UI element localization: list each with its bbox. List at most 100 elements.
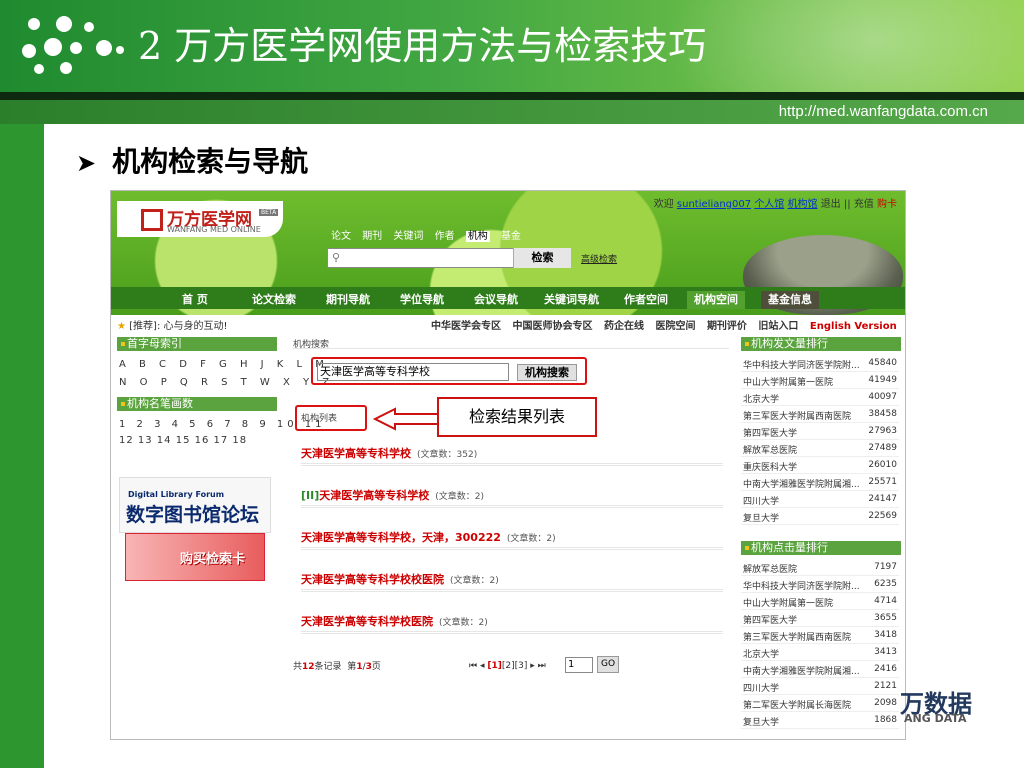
nav-journal[interactable]: 期刊导航 [319, 291, 377, 309]
rank-row[interactable]: 第二军医大学附属长海医院 2098 [741, 695, 899, 712]
next-last-icon[interactable]: ▸ ⏭ [530, 661, 545, 671]
page-3-link[interactable]: [3] [515, 661, 528, 671]
tab-fund[interactable]: 基金 [501, 231, 521, 242]
rank-row[interactable]: 中山大学附属第一医院 41949 [741, 372, 899, 389]
rank-name[interactable]: 复旦大学 [743, 715, 779, 728]
rank-name[interactable]: 第四军医大学 [743, 426, 797, 439]
link-cmda[interactable]: 中国医师协会专区 [512, 321, 592, 332]
rank-row[interactable]: 华中科技大学同济医学院附... 6235 [741, 576, 899, 593]
link-pharma[interactable]: 药企在线 [604, 321, 644, 332]
nav-fund[interactable]: 基金信息 [761, 291, 819, 309]
rank-name[interactable]: 中山大学附属第一医院 [743, 375, 833, 388]
nav-institution[interactable]: 机构空间 [687, 291, 745, 309]
go-button[interactable]: GO [597, 656, 619, 673]
rank-row[interactable]: 四川大学 2121 [741, 678, 899, 695]
total-records: 12 [302, 662, 315, 672]
rank-name[interactable]: 华中科技大学同济医学院附... [743, 579, 860, 592]
rank-row[interactable]: 中南大学湘雅医学院附属湘... 25571 [741, 474, 899, 491]
rank-row[interactable]: 四川大学 24147 [741, 491, 899, 508]
page-number-input[interactable]: 1 [565, 657, 593, 673]
result-name[interactable]: 天津医学高等专科学校校医院 [301, 573, 444, 586]
rank-row[interactable]: 第四军医大学 3655 [741, 610, 899, 627]
result-item[interactable]: 天津医学高等专科学校，天津，300222 (文章数：2) [301, 529, 556, 545]
recharge-link[interactable]: 充值 [854, 199, 874, 210]
rank-row[interactable]: 第三军医大学附属西南医院 38458 [741, 406, 899, 423]
nav-degree[interactable]: 学位导航 [393, 291, 451, 309]
link-hospital[interactable]: 医院空间 [655, 321, 695, 332]
advanced-search-link[interactable]: 高级检索 [581, 252, 617, 265]
rank-name[interactable]: 北京大学 [743, 647, 779, 660]
pub-rank-title: 机构发文量排行 [751, 337, 828, 350]
rank-name[interactable]: 中南大学湘雅医学院附属湘... [743, 664, 860, 677]
tab-paper[interactable]: 论文 [331, 231, 351, 242]
alpha-row-1[interactable]: A B C D F G H J K L M [119, 359, 329, 370]
alpha-row-2[interactable]: N O P Q R S T W X Y Z [119, 377, 334, 388]
rank-row[interactable]: 中南大学湘雅医学院附属湘... 2416 [741, 661, 899, 678]
nav-conference[interactable]: 会议导航 [467, 291, 525, 309]
tab-journal[interactable]: 期刊 [362, 231, 382, 242]
result-item[interactable]: 天津医学高等专科学校校医院 (文章数：2) [301, 571, 499, 587]
rank-row[interactable]: 第三军医大学附属西南医院 3418 [741, 627, 899, 644]
site-url[interactable]: http://med.wanfangdata.com.cn [779, 103, 988, 120]
site-search-button[interactable]: 检索 [513, 248, 571, 268]
nav-author[interactable]: 作者空间 [617, 291, 675, 309]
rank-name[interactable]: 第四军医大学 [743, 613, 797, 626]
rank-name[interactable]: 华中科技大学同济医学院附... [743, 358, 860, 371]
rank-row[interactable]: 第四军医大学 27963 [741, 423, 899, 440]
link-old-site[interactable]: 旧站入口 [758, 321, 798, 332]
nav-home[interactable]: 首 页 [175, 291, 215, 309]
page-1-link[interactable]: [1] [487, 661, 502, 671]
rank-row[interactable]: 中山大学附属第一医院 4714 [741, 593, 899, 610]
result-divider [301, 463, 723, 466]
personal-library-link[interactable]: 个人馆 [754, 199, 784, 210]
result-divider [301, 505, 723, 508]
forum-banner[interactable]: Digital Library Forum 数字图书馆论坛 [119, 477, 271, 533]
rank-name[interactable]: 解放军总医院 [743, 562, 797, 575]
rank-row[interactable]: 北京大学 40097 [741, 389, 899, 406]
rank-name[interactable]: 四川大学 [743, 681, 779, 694]
rank-row[interactable]: 解放军总医院 7197 [741, 559, 899, 576]
result-name[interactable]: 天津医学高等专科学校，天津，300222 [301, 531, 501, 544]
rank-name[interactable]: 重庆医科大学 [743, 460, 797, 473]
nav-paper-search[interactable]: 论文检索 [245, 291, 303, 309]
rank-row[interactable]: 华中科技大学同济医学院附... 45840 [741, 355, 899, 372]
rank-name[interactable]: 复旦大学 [743, 511, 779, 524]
rank-row[interactable]: 复旦大学 1868 [741, 712, 899, 729]
rank-row[interactable]: 复旦大学 22569 [741, 508, 899, 525]
rank-name[interactable]: 第二军医大学附属长海医院 [743, 698, 851, 711]
stroke-index-title: 机构名笔画数 [127, 397, 193, 410]
page-2-link[interactable]: [2] [502, 661, 515, 671]
result-name[interactable]: 天津医学高等专科学校医院 [301, 615, 433, 628]
rank-name[interactable]: 中山大学附属第一医院 [743, 596, 833, 609]
rank-name[interactable]: 中南大学湘雅医学院附属湘... [743, 477, 860, 490]
buy-card-banner[interactable]: 购买检索卡 [125, 533, 265, 581]
first-prev-icon[interactable]: ⏮ ◂ [469, 661, 484, 671]
logout-link[interactable]: 退出 [821, 199, 841, 210]
result-item[interactable]: 天津医学高等专科学校医院 (文章数：2) [301, 613, 488, 629]
nav-keyword[interactable]: 关键词导航 [537, 291, 606, 309]
recommend-link[interactable]: 心与身的互动! [164, 321, 228, 332]
link-bar: ★ [推荐]: 心与身的互动! 中华医学会专区 中国医师协会专区 药企在线 医院… [111, 315, 905, 332]
buy-card-link[interactable]: 购卡 [877, 199, 897, 210]
result-item[interactable]: [II]天津医学高等专科学校 (文章数：2) [301, 487, 484, 503]
link-journal-eval[interactable]: 期刊评价 [707, 321, 747, 332]
rank-row[interactable]: 解放军总医院 27489 [741, 440, 899, 457]
result-name[interactable]: 天津医学高等专科学校 [319, 489, 429, 502]
username-link[interactable]: suntieliang007 [677, 199, 751, 210]
rank-name[interactable]: 北京大学 [743, 392, 779, 405]
link-english[interactable]: English Version [810, 321, 897, 332]
result-name[interactable]: 天津医学高等专科学校 [301, 447, 411, 460]
tab-keyword[interactable]: 关键词 [393, 231, 423, 242]
institution-library-link[interactable]: 机构馆 [788, 199, 818, 210]
rank-name[interactable]: 解放军总医院 [743, 443, 797, 456]
rank-name[interactable]: 第三军医大学附属西南医院 [743, 630, 851, 643]
stroke-row-2[interactable]: 12 13 14 15 16 17 18 [119, 435, 247, 446]
tab-institution[interactable]: 机构 [465, 231, 490, 242]
result-item[interactable]: 天津医学高等专科学校 (文章数：352) [301, 445, 477, 461]
rank-row[interactable]: 重庆医科大学 26010 [741, 457, 899, 474]
rank-row[interactable]: 北京大学 3413 [741, 644, 899, 661]
rank-name[interactable]: 第三军医大学附属西南医院 [743, 409, 851, 422]
tab-author[interactable]: 作者 [435, 231, 455, 242]
link-cma[interactable]: 中华医学会专区 [431, 321, 501, 332]
rank-name[interactable]: 四川大学 [743, 494, 779, 507]
